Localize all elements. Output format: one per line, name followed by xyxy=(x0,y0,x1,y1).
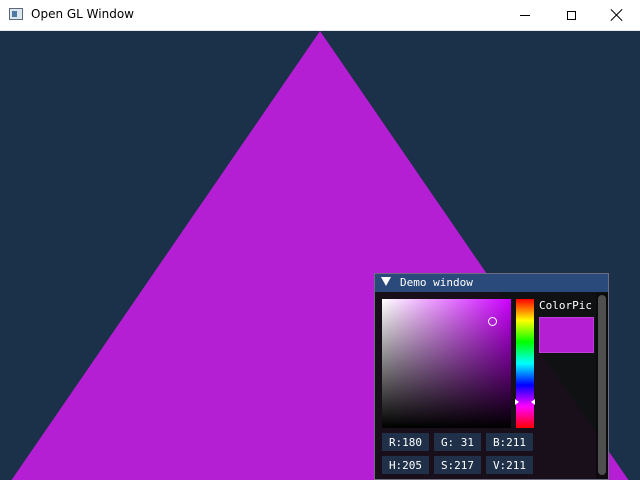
window-title: Open GL Window xyxy=(31,7,134,21)
maximize-button[interactable] xyxy=(548,0,594,30)
minimize-button[interactable] xyxy=(502,0,548,30)
color-preview-swatch[interactable] xyxy=(539,317,594,353)
saturation-value-picker[interactable] xyxy=(382,299,511,428)
green-input[interactable]: G: 31 xyxy=(434,433,481,451)
collapse-arrow-icon[interactable] xyxy=(381,277,391,286)
window-title-bar[interactable]: Open GL Window xyxy=(0,0,640,31)
value-input[interactable]: V:211 xyxy=(486,456,533,474)
scrollbar-thumb[interactable] xyxy=(598,295,606,475)
minimize-icon xyxy=(520,14,530,16)
hue-slider-right-arrow xyxy=(531,399,535,406)
hue-slider-left-arrow xyxy=(515,399,519,406)
color-picker-label: ColorPic xyxy=(539,299,592,312)
red-input[interactable]: R:180 xyxy=(382,433,429,451)
maximize-icon xyxy=(566,10,576,20)
saturation-input[interactable]: S:217 xyxy=(434,456,481,474)
demo-window-title-bar[interactable]: Demo window xyxy=(375,274,608,292)
close-button[interactable] xyxy=(594,0,640,30)
close-icon xyxy=(611,9,623,21)
demo-window[interactable]: Demo window ColorPic R:180 G: 31 B:211 H… xyxy=(374,273,609,480)
demo-window-title: Demo window xyxy=(400,276,473,289)
blue-input[interactable]: B:211 xyxy=(486,433,533,451)
hue-slider[interactable] xyxy=(515,299,535,428)
opengl-app-icon xyxy=(9,8,23,20)
sv-picker-cursor[interactable] xyxy=(487,316,497,326)
demo-window-scrollbar[interactable] xyxy=(596,293,608,479)
hue-input[interactable]: H:205 xyxy=(382,456,429,474)
